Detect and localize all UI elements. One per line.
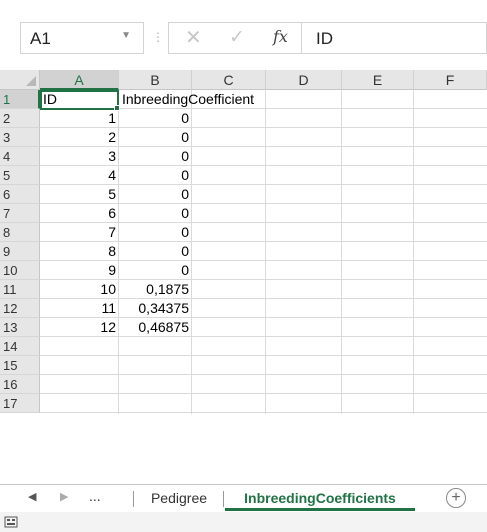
tab-pedigree[interactable]: Pedigree	[136, 487, 222, 511]
row-header-8[interactable]: 8	[0, 223, 40, 242]
cell-a9[interactable]: 8	[40, 242, 119, 261]
active-cell-border	[40, 90, 119, 110]
column-header-f[interactable]: F	[414, 70, 487, 90]
more-sheets-button[interactable]: ...	[89, 488, 101, 504]
row-header-6[interactable]: 6	[0, 185, 40, 204]
cell-a2[interactable]: 1	[40, 109, 119, 128]
cell-mode-icon	[4, 516, 18, 528]
column-header-e[interactable]: E	[342, 70, 414, 90]
cancel-icon[interactable]: ✕	[185, 25, 202, 50]
column-header-c[interactable]: C	[192, 70, 266, 90]
cell-b11[interactable]: 0,1875	[119, 280, 192, 299]
row-header-7[interactable]: 7	[0, 204, 40, 223]
row-header-1[interactable]: 1	[0, 90, 40, 109]
formula-input[interactable]: ID	[301, 22, 487, 54]
select-all-icon	[26, 76, 36, 86]
cell-a4[interactable]: 3	[40, 147, 119, 166]
cell-b2[interactable]: 0	[119, 109, 192, 128]
tab-inbreeding-coefficients[interactable]: InbreedingCoefficients	[225, 487, 415, 511]
tab-divider	[223, 491, 224, 507]
tab-divider	[133, 491, 134, 507]
column-header-d[interactable]: D	[266, 70, 342, 90]
row-header-11[interactable]: 11	[0, 280, 40, 299]
dropdown-caret-icon[interactable]: ▼	[121, 30, 131, 41]
status-bar	[0, 512, 487, 532]
cell-b3[interactable]: 0	[119, 128, 192, 147]
cell-a13[interactable]: 12	[40, 318, 119, 337]
drag-handle-icon[interactable]: ⋮	[152, 30, 164, 44]
row-header-12[interactable]: 12	[0, 299, 40, 318]
cell-a10[interactable]: 9	[40, 261, 119, 280]
cell-a8[interactable]: 7	[40, 223, 119, 242]
cell-a3[interactable]: 2	[40, 128, 119, 147]
row-header-10[interactable]: 10	[0, 261, 40, 280]
enter-icon[interactable]: ✓	[229, 26, 245, 49]
cell-b7[interactable]: 0	[119, 204, 192, 223]
cell-b13[interactable]: 0,46875	[119, 318, 192, 337]
cell-a12[interactable]: 11	[40, 299, 119, 318]
cell-b10[interactable]: 0	[119, 261, 192, 280]
insert-function-icon[interactable]: fx	[273, 27, 288, 46]
cell-b4[interactable]: 0	[119, 147, 192, 166]
row-header-9[interactable]: 9	[0, 242, 40, 261]
formula-buttons: ✕ ✓ fx	[168, 22, 302, 54]
cell-b12[interactable]: 0,34375	[119, 299, 192, 318]
cell-b5[interactable]: 0	[119, 166, 192, 185]
row-header-2[interactable]: 2	[0, 109, 40, 128]
name-box[interactable]: A1 ▼	[20, 22, 144, 54]
row-header-3[interactable]: 3	[0, 128, 40, 147]
scroll-tabs-right-icon[interactable]: ▶	[60, 490, 68, 503]
row-header-13[interactable]: 13	[0, 318, 40, 337]
formula-bar: A1 ▼ ⋮ ✕ ✓ fx ID	[0, 0, 487, 70]
row-header-15[interactable]: 15	[0, 356, 40, 375]
cell-a11[interactable]: 10	[40, 280, 119, 299]
cell-a5[interactable]: 4	[40, 166, 119, 185]
fill-handle[interactable]	[114, 105, 120, 111]
row-header-14[interactable]: 14	[0, 337, 40, 356]
cell-b9[interactable]: 0	[119, 242, 192, 261]
cell-a6[interactable]: 5	[40, 185, 119, 204]
row-header-4[interactable]: 4	[0, 147, 40, 166]
sheet-tab-bar: ◀ ▶ ... Pedigree InbreedingCoefficients …	[0, 484, 487, 512]
row-header-5[interactable]: 5	[0, 166, 40, 185]
column-header-b[interactable]: B	[119, 70, 192, 90]
cell-a7[interactable]: 6	[40, 204, 119, 223]
scroll-tabs-left-icon[interactable]: ◀	[28, 490, 36, 503]
row-header-17[interactable]: 17	[0, 394, 40, 413]
cell-b6[interactable]: 0	[119, 185, 192, 204]
plus-circle-icon[interactable]: +	[446, 488, 466, 508]
cell-b8[interactable]: 0	[119, 223, 192, 242]
formula-value: ID	[316, 29, 333, 48]
name-box-value: A1	[30, 29, 51, 48]
select-all-button[interactable]	[0, 70, 40, 90]
row-header-16[interactable]: 16	[0, 375, 40, 394]
cell-b1[interactable]: InbreedingCoefficient	[119, 90, 319, 109]
cells-area[interactable]: ID InbreedingCoefficient 1 2 3 4 5 6 7 8 9 10 11 12…	[40, 90, 487, 414]
column-header-a[interactable]: A	[40, 70, 119, 90]
